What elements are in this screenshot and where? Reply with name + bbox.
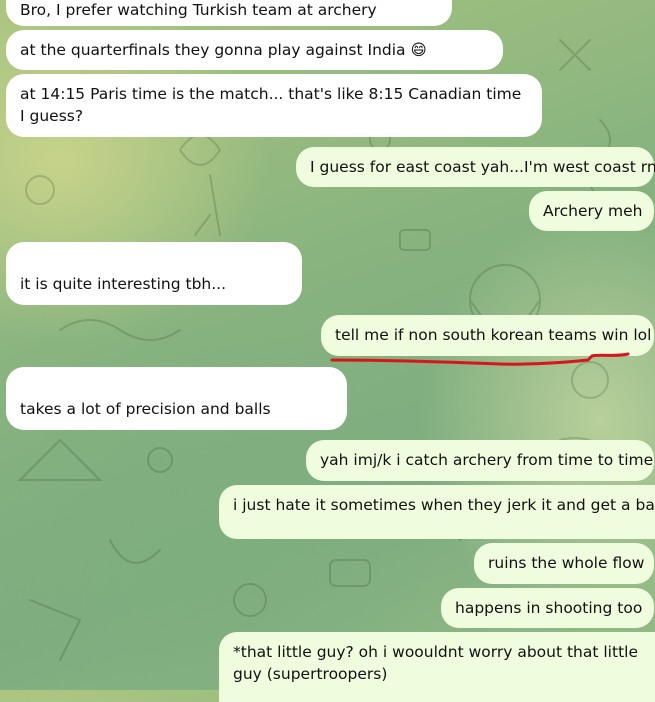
message-text: at the quarterfinals they gonna play aga… (20, 41, 427, 59)
chat-message-list[interactable]: Bro, I prefer watching Turkish team at a… (0, 0, 655, 702)
message-text: Bro, I prefer watching Turkish team at a… (20, 1, 377, 19)
message-text: Archery meh (543, 202, 643, 220)
incoming-message[interactable]: it is quite interesting tbh... (6, 242, 302, 305)
outgoing-message[interactable]: yah imj/k i catch archery from time to t… (306, 440, 654, 481)
message-text: it is quite interesting tbh... (20, 275, 227, 293)
message-text: i just hate it sometimes when they jerk … (233, 496, 655, 514)
outgoing-message[interactable]: *that little guy? oh i woouldnt worry ab… (219, 632, 655, 702)
message-text: happens in shooting too (455, 599, 643, 617)
outgoing-message[interactable]: I guess for east coast yah...I'm west co… (296, 147, 655, 187)
incoming-message[interactable]: takes a lot of precision and balls (6, 367, 347, 430)
message-text: yah imj/k i catch archery from time to t… (320, 451, 654, 469)
message-text: takes a lot of precision and balls (20, 400, 271, 418)
incoming-message[interactable]: at the quarterfinals they gonna play aga… (6, 30, 503, 70)
message-text: ruins the whole flow (488, 554, 645, 572)
incoming-message[interactable]: Bro, I prefer watching Turkish team at a… (6, 0, 452, 26)
incoming-message[interactable]: at 14:15 Paris time is the match... that… (6, 74, 542, 137)
outgoing-message[interactable]: i just hate it sometimes when they jerk … (219, 485, 655, 539)
message-text: *that little guy? oh i woouldnt worry ab… (233, 643, 638, 683)
outgoing-message[interactable]: ruins the whole flow (474, 543, 654, 584)
message-text: I guess for east coast yah...I'm west co… (310, 158, 655, 176)
outgoing-message[interactable]: happens in shooting too (441, 588, 654, 628)
message-text: at 14:15 Paris time is the match... that… (20, 85, 522, 125)
red-underline-annotation (330, 352, 630, 366)
outgoing-message[interactable]: Archery meh (529, 191, 654, 231)
